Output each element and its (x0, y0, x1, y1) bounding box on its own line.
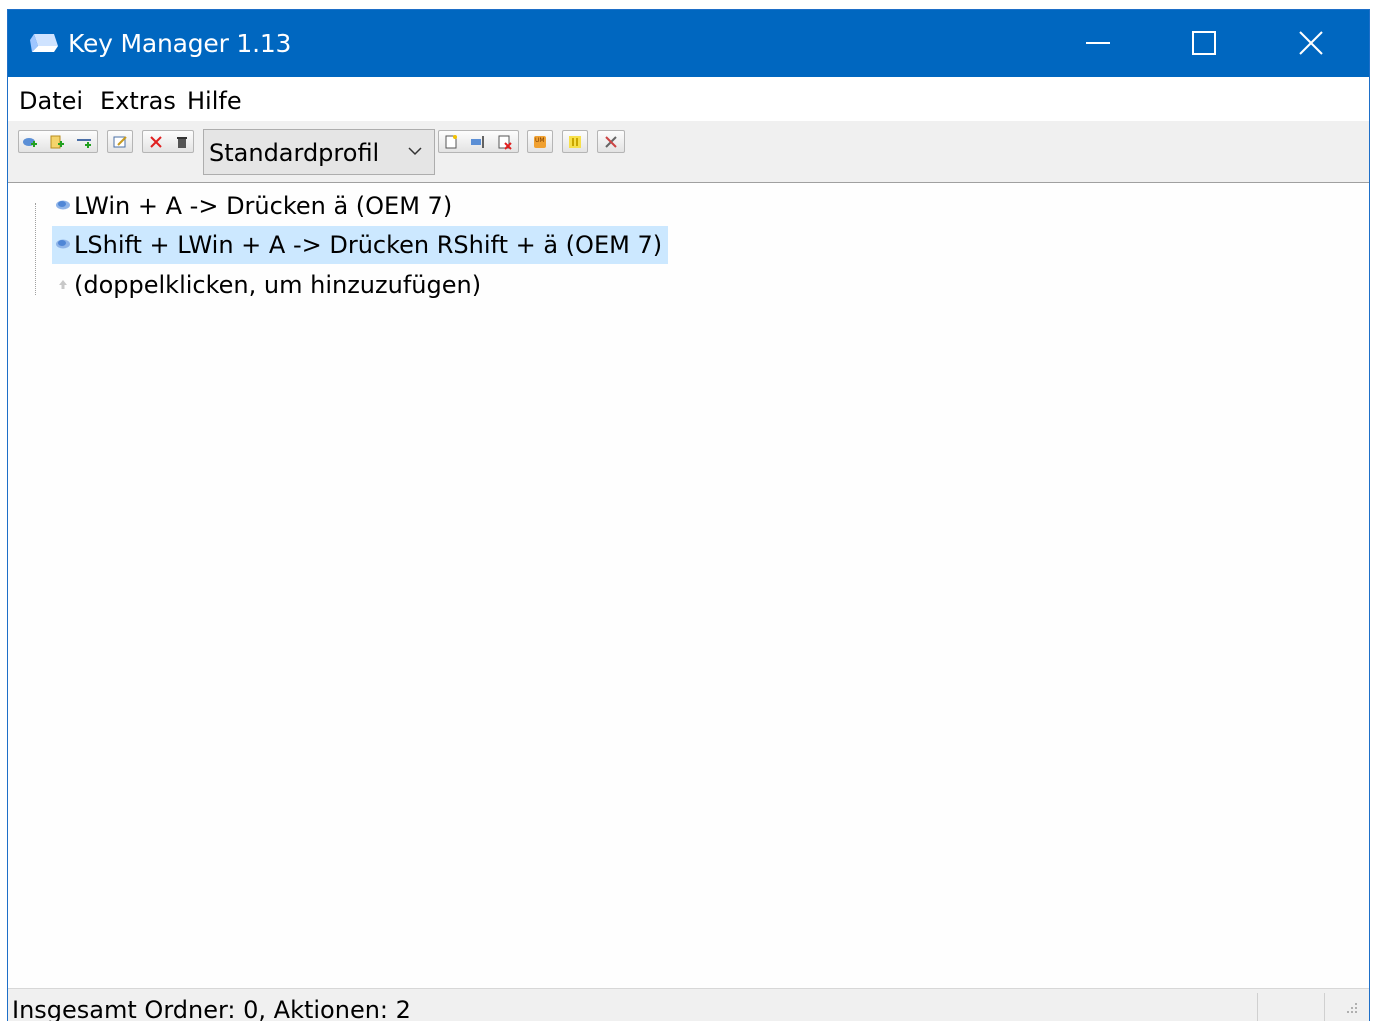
tree-item-action[interactable]: LWin + A -> Drücken ä (OEM 7) (52, 187, 458, 225)
delete-buttons-group (142, 130, 194, 153)
add-buttons-group (18, 130, 98, 153)
settings-icon (605, 136, 617, 148)
toolbar: Standardprofil UM (8, 121, 1369, 183)
pause-icon (569, 136, 581, 148)
tree-item-label: LShift + LWin + A -> Drücken RShift + ä … (74, 231, 663, 259)
trash-icon[interactable] (174, 134, 190, 150)
app-window: Key Manager 1.13 Datei Extras Hilfe Stan… (8, 10, 1369, 1021)
tree-item-action-selected[interactable]: LShift + LWin + A -> Drücken RShift + ä … (52, 226, 669, 264)
tree-item-add[interactable]: (doppelklicken, um hinzuzufügen) (52, 266, 487, 304)
usage-monitor-icon: UM (534, 136, 546, 148)
svg-text:UM: UM (535, 137, 545, 144)
status-text: Insgesamt Ordner: 0, Aktionen: 2 (12, 996, 411, 1021)
tree-connector (35, 203, 36, 295)
key-node-icon (56, 200, 70, 210)
profile-value: Standardprofil (209, 139, 380, 167)
menu-hilfe[interactable]: Hilfe (187, 86, 242, 116)
status-separator (1324, 993, 1325, 1021)
key-app-icon (30, 34, 58, 52)
add-hint-icon (59, 280, 67, 289)
status-separator (1257, 993, 1258, 1021)
close-icon (1299, 31, 1323, 55)
profile-buttons-group (438, 130, 519, 153)
chevron-down-icon (408, 147, 422, 156)
add-hint-label: (doppelklicken, um hinzuzufügen) (74, 271, 482, 299)
menu-extras[interactable]: Extras (100, 86, 176, 116)
maximize-icon (1192, 31, 1216, 55)
close-button[interactable] (1268, 10, 1358, 77)
minimize-button[interactable] (1055, 10, 1145, 77)
add-action-icon[interactable] (22, 134, 38, 150)
menu-bar: Datei Extras Hilfe (8, 77, 1369, 121)
key-node-icon (56, 239, 70, 249)
edit-button[interactable] (107, 130, 133, 153)
minimize-icon (1086, 42, 1110, 44)
title-bar[interactable]: Key Manager 1.13 (8, 10, 1369, 77)
edit-icon (113, 136, 127, 148)
menu-datei[interactable]: Datei (19, 86, 83, 116)
usage-monitor-button[interactable]: UM (527, 130, 553, 153)
tree-item-label: LWin + A -> Drücken ä (OEM 7) (74, 192, 453, 220)
action-tree[interactable]: LWin + A -> Drücken ä (OEM 7) LShift + L… (8, 183, 1369, 988)
add-separator-icon[interactable] (76, 134, 92, 150)
delete-icon[interactable] (148, 134, 164, 150)
profile-dropdown[interactable]: Standardprofil (203, 129, 435, 175)
status-bar: Insgesamt Ordner: 0, Aktionen: 2 (8, 988, 1369, 1021)
settings-button[interactable] (597, 130, 625, 153)
pause-button[interactable] (562, 130, 588, 153)
window-title: Key Manager 1.13 (68, 29, 292, 58)
new-profile-icon[interactable] (443, 134, 459, 150)
delete-profile-icon[interactable] (497, 134, 513, 150)
add-folder-icon[interactable] (49, 134, 65, 150)
rename-profile-icon[interactable] (470, 134, 486, 150)
maximize-button[interactable] (1161, 10, 1251, 77)
resize-grip-icon[interactable] (1345, 1001, 1359, 1015)
